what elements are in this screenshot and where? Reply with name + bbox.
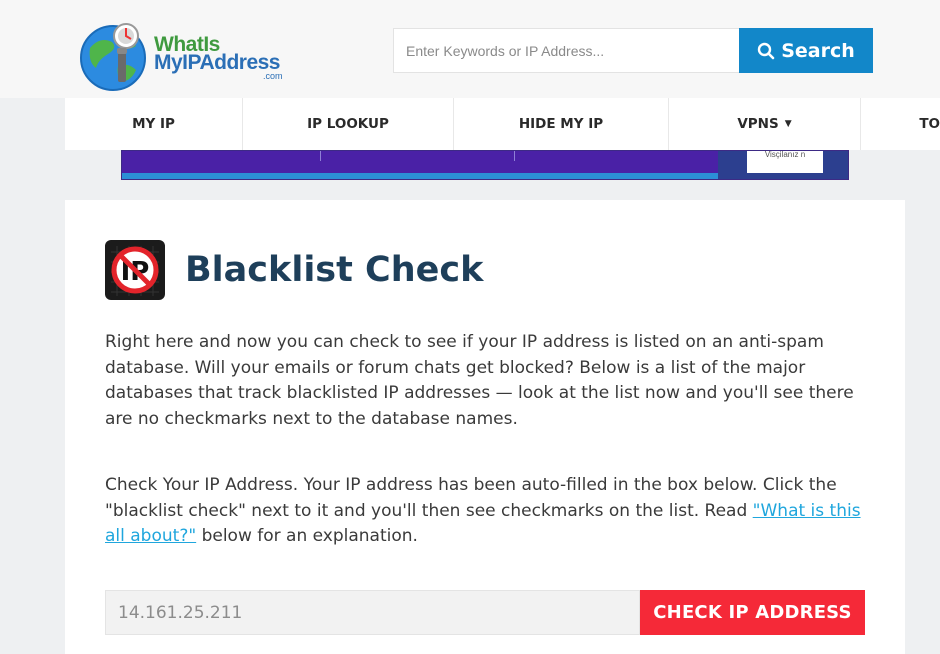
search-input[interactable]: [393, 28, 739, 73]
nav-item-label: IP LOOKUP: [307, 116, 389, 132]
search-button[interactable]: Search: [739, 28, 873, 73]
nav-item-my-ip[interactable]: MY IP: [65, 98, 243, 150]
site-header: WhatIs MyIPAddress .com Search: [0, 0, 940, 98]
caret-down-icon: ▼: [784, 119, 792, 129]
ad-divider: [514, 151, 515, 161]
logo-wordmark: WhatIs MyIPAddress: [154, 34, 281, 74]
content-card: IP Blacklist Check Right here and now yo…: [65, 200, 905, 654]
ad-banner[interactable]: Visçilanız n: [121, 150, 849, 180]
check-ip-address-button[interactable]: CHECK IP ADDRESS: [640, 590, 865, 635]
nav-item-label: VPNS: [737, 116, 779, 132]
instructions-paragraph: Check Your IP Address. Your IP address h…: [105, 473, 865, 550]
instructions-text-end: below for an explanation.: [196, 526, 418, 546]
nav-item-ip-lookup[interactable]: IP LOOKUP: [243, 98, 454, 150]
nav-item-label: HIDE MY IP: [518, 116, 604, 132]
globe-icon: [80, 23, 146, 91]
nav-item-label: TO: [919, 116, 940, 132]
search-icon: [758, 42, 775, 59]
instructions-text: Check Your IP Address. Your IP address h…: [105, 475, 837, 521]
ad-strip: [122, 173, 718, 179]
main-nav: MY IP IP LOOKUP HIDE MY IP VPNS ▼ TO: [65, 98, 940, 150]
nav-item-hide-my-ip[interactable]: HIDE MY IP: [454, 98, 669, 150]
ad-text: Visçilanız n: [747, 151, 823, 173]
ad-divider: [320, 151, 321, 161]
ip-address-input[interactable]: [105, 590, 640, 635]
nav-item-tools[interactable]: TO: [861, 98, 940, 150]
intro-paragraph: Right here and now you can check to see …: [105, 332, 854, 429]
nav-item-label: MY IP: [132, 116, 175, 132]
nav-item-vpns[interactable]: VPNS ▼: [669, 98, 861, 150]
ad-background: [122, 151, 718, 173]
search-button-label: Search: [781, 39, 855, 62]
page-title: Blacklist Check: [185, 250, 484, 290]
logo-line2: MyIPAddress: [154, 51, 281, 74]
no-ip-icon: IP: [105, 240, 165, 300]
logo-suffix: .com: [263, 71, 283, 81]
